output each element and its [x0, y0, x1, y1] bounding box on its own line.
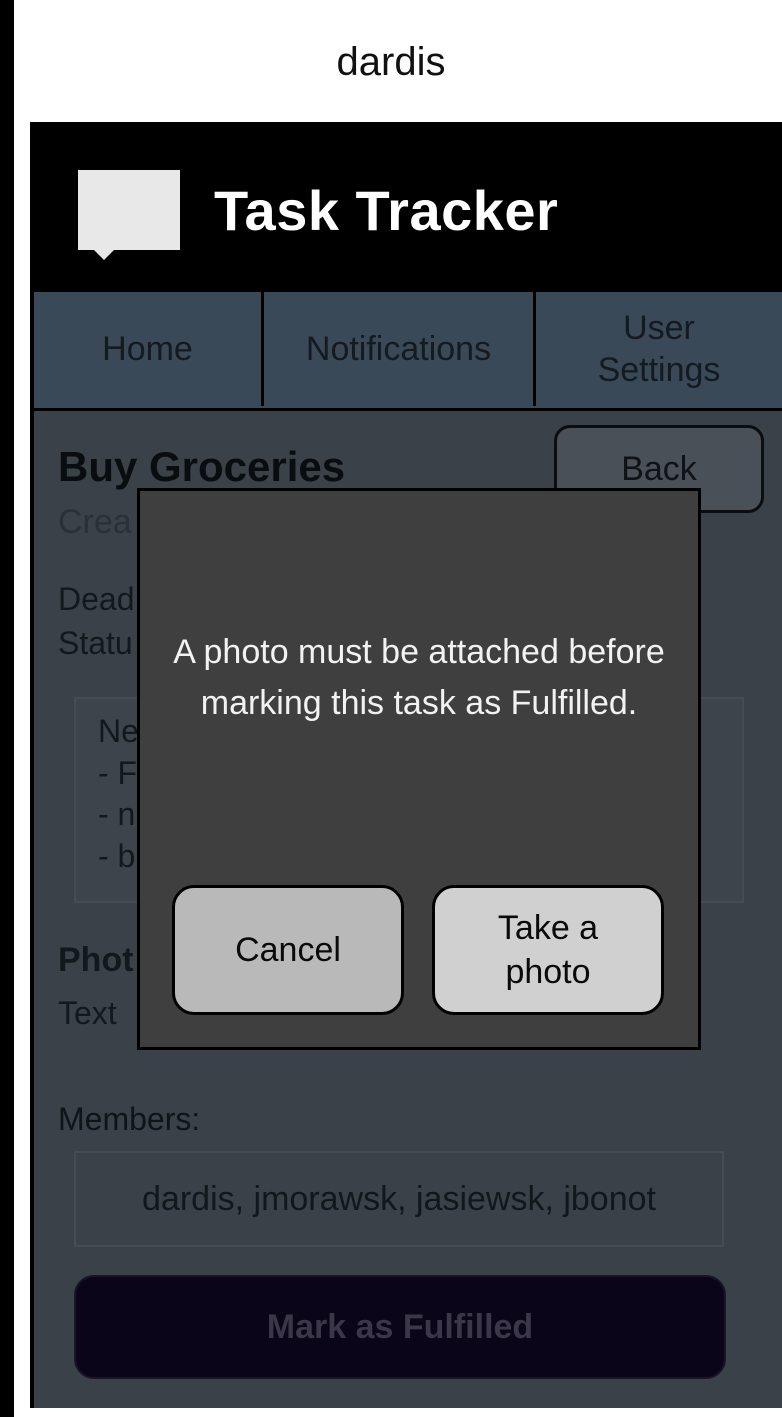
user-label: dardis: [336, 40, 446, 84]
take-photo-label-1: Take a: [497, 908, 599, 947]
app-bar: Task Tracker: [30, 122, 782, 292]
status-label: Statu: [58, 625, 133, 661]
nav-bar: Home Notifications User Settings: [34, 292, 782, 408]
app-logo-icon: [78, 170, 180, 260]
take-photo-label-2: photo: [505, 953, 591, 991]
tab-user-settings[interactable]: User Settings: [536, 292, 782, 406]
task-title: Buy Groceries: [58, 443, 346, 490]
app-title: Task Tracker: [214, 179, 559, 242]
members-label: Members:: [58, 1101, 201, 1137]
members-field: dardis, jmorawsk, jasiewsk, jbonot: [74, 1151, 724, 1247]
photo-label: Phot: [58, 941, 134, 979]
take-photo-button[interactable]: Take a photo: [432, 885, 664, 1015]
photo-text: Text: [58, 995, 117, 1031]
task-created: Crea: [58, 503, 132, 541]
deadline-label: Dead: [58, 581, 135, 617]
tab-user-settings-label-2: Settings: [597, 351, 721, 389]
tab-home[interactable]: Home: [34, 292, 264, 406]
tab-user-settings-label-1: User: [623, 308, 695, 347]
photo-required-dialog: A photo must be attached before marking …: [137, 488, 701, 1050]
mark-fulfilled-button[interactable]: Mark as Fulfilled: [74, 1275, 726, 1379]
dialog-message: A photo must be attached before marking …: [173, 633, 665, 722]
cancel-button[interactable]: Cancel: [172, 885, 404, 1015]
tab-notifications[interactable]: Notifications: [264, 292, 536, 406]
